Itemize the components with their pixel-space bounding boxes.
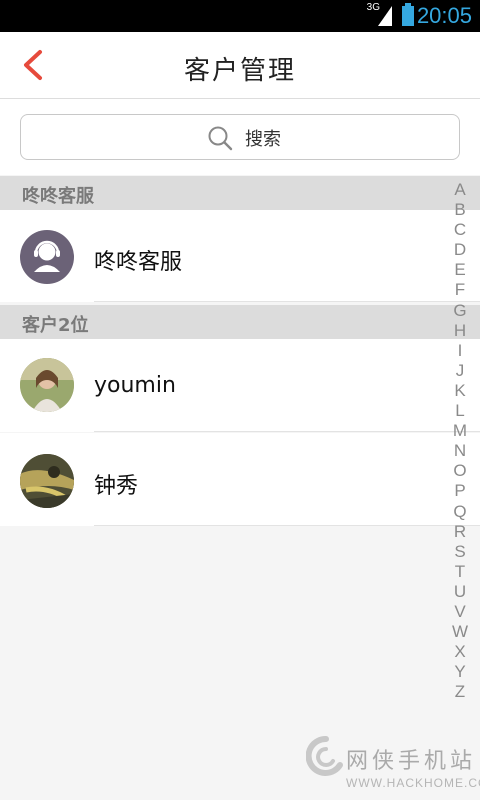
row-divider <box>94 301 480 302</box>
index-letter[interactable]: G <box>450 301 470 321</box>
support-avatar-icon <box>20 230 74 284</box>
avatar <box>20 358 74 412</box>
app-header: 客户管理 <box>0 32 480 99</box>
index-letter[interactable]: N <box>450 441 470 461</box>
contact-name: youmin <box>94 373 176 398</box>
index-letter[interactable]: Z <box>450 682 470 702</box>
search-input[interactable]: 搜索 <box>20 114 460 160</box>
index-letter[interactable]: V <box>450 602 470 622</box>
search-label: 搜索 <box>245 129 281 150</box>
index-letter[interactable]: H <box>450 321 470 341</box>
index-letter[interactable]: C <box>450 220 470 240</box>
index-letter[interactable]: A <box>450 180 470 200</box>
avatar <box>20 454 74 508</box>
battery-icon <box>402 3 414 26</box>
index-letter[interactable]: T <box>450 562 470 582</box>
row-divider <box>94 525 480 526</box>
signal-icon <box>378 6 392 26</box>
watermark-logo-icon <box>306 735 343 776</box>
index-letter[interactable]: Q <box>450 502 470 522</box>
search-area: 搜索 <box>0 99 480 175</box>
status-time: 20:05 <box>416 3 472 28</box>
watermark-url: WWW.HACKHOME.COM <box>346 776 480 790</box>
page-title: 客户管理 <box>183 56 296 86</box>
index-letter[interactable]: O <box>450 461 470 481</box>
index-letter[interactable]: R <box>450 522 470 542</box>
section-header-service: 咚咚客服 <box>0 176 480 210</box>
index-letter[interactable]: I <box>450 341 470 361</box>
contact-row-service[interactable]: 咚咚客服 <box>0 210 480 302</box>
row-divider <box>94 431 480 432</box>
section-title: 客户2位 <box>22 315 89 336</box>
index-letter[interactable]: K <box>450 381 470 401</box>
index-letter[interactable]: F <box>450 280 470 300</box>
status-bar: 3G 20:05 <box>0 0 480 32</box>
index-letter[interactable]: E <box>450 260 470 280</box>
index-letter[interactable]: S <box>450 542 470 562</box>
index-letter[interactable]: J <box>450 361 470 381</box>
section-title: 咚咚客服 <box>22 186 94 207</box>
search-icon <box>208 126 233 151</box>
watermark-brand: 网侠手机站 <box>346 749 477 774</box>
contact-row-zhongxiu[interactable]: 钟秀 <box>0 433 480 526</box>
index-letter[interactable]: W <box>450 622 470 642</box>
index-letter[interactable]: D <box>450 240 470 260</box>
index-letter[interactable]: Y <box>450 662 470 682</box>
index-letter[interactable]: B <box>450 200 470 220</box>
index-letter[interactable]: L <box>450 401 470 421</box>
index-letter[interactable]: P <box>450 481 470 501</box>
index-letter[interactable]: M <box>450 421 470 441</box>
contact-name: 咚咚客服 <box>94 250 183 275</box>
alphabet-index[interactable]: ABCDEFGHIJKLMNOPQRSTUVWXYZ <box>450 180 470 702</box>
index-letter[interactable]: X <box>450 642 470 662</box>
contact-name: 钟秀 <box>94 474 139 499</box>
contact-row-youmin[interactable]: youmin <box>0 339 480 432</box>
index-letter[interactable]: U <box>450 582 470 602</box>
section-header-customers: 客户2位 <box>0 305 480 339</box>
